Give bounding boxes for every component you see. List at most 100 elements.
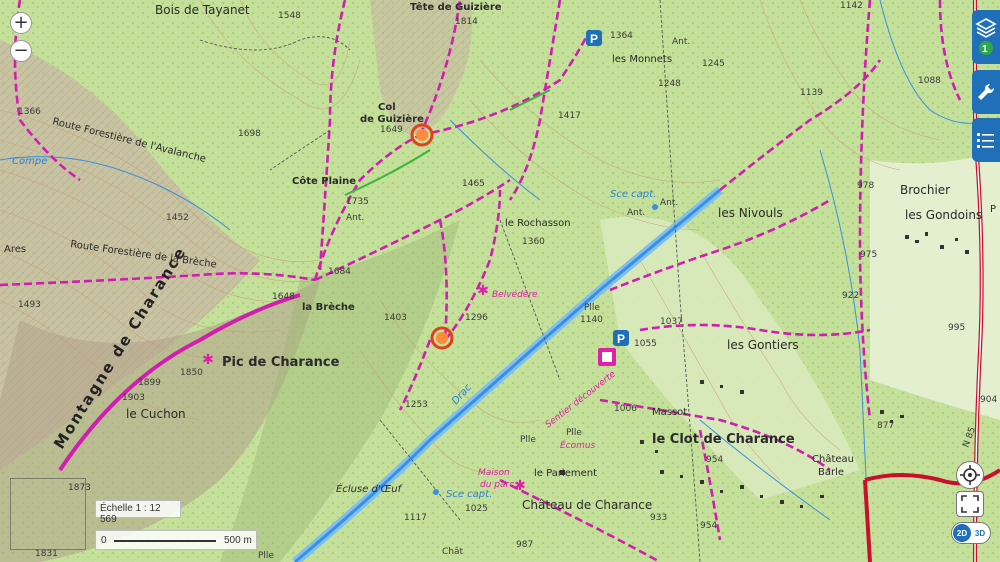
svg-text:1648: 1648 — [272, 292, 295, 302]
parking-marker-1[interactable]: P — [586, 30, 602, 46]
place-label: Ant. — [627, 208, 645, 218]
svg-text:922: 922 — [842, 291, 859, 301]
place-label: le Clot de Charance — [652, 432, 795, 447]
svg-text:1899: 1899 — [138, 378, 161, 388]
svg-text:1055: 1055 — [634, 339, 657, 349]
place-label: la Brèche — [302, 301, 355, 313]
locate-button[interactable] — [956, 461, 984, 489]
scale-ratio-box: Échelle 1 : 12 569 — [95, 500, 181, 525]
place-label: Belvédère — [492, 289, 538, 300]
place-label: Brochier — [900, 183, 950, 197]
svg-text:1649: 1649 — [380, 125, 403, 135]
belvedere-star-icon: ✱ — [477, 283, 489, 299]
place-label: Maison — [478, 468, 510, 478]
place-label: Compe — [12, 156, 47, 167]
place-label: Ant. — [660, 198, 678, 208]
place-label: Pic de Charance — [222, 355, 340, 370]
zoom-out-button[interactable]: − — [10, 40, 32, 62]
legend-list-button[interactable] — [972, 118, 1000, 162]
svg-text:978: 978 — [857, 181, 874, 191]
fullscreen-button[interactable] — [956, 491, 984, 517]
place-label: les Gondoins — [905, 208, 982, 222]
list-icon — [977, 133, 994, 148]
svg-text:1245: 1245 — [702, 59, 725, 69]
place-label: Bois de Tayanet — [155, 3, 250, 17]
svg-text:987: 987 — [516, 540, 533, 550]
2d-toggle[interactable]: 2D — [953, 524, 971, 542]
place-label: Ares — [4, 244, 26, 255]
place-label: Plle — [520, 435, 536, 445]
layers-count-badge: 1 — [982, 44, 988, 55]
scale-bar — [114, 540, 216, 542]
place-label: Massot — [652, 407, 687, 418]
museum-marker[interactable] — [598, 348, 616, 366]
place-label: les Monnets — [612, 54, 672, 65]
svg-text:1403: 1403 — [384, 313, 407, 323]
place-label: Plle — [566, 428, 582, 438]
svg-text:954: 954 — [700, 521, 717, 531]
svg-text:1417: 1417 — [558, 111, 581, 121]
place-label: Plle — [258, 551, 274, 561]
svg-text:904: 904 — [980, 395, 997, 405]
place-label: Barle — [818, 467, 844, 478]
svg-text:1903: 1903 — [122, 393, 145, 403]
place-label: le Rochasson — [505, 218, 571, 229]
pic-star-icon: ✱ — [202, 352, 214, 368]
scale-bar-box: 0 500 m — [95, 530, 257, 550]
svg-text:1248: 1248 — [658, 79, 681, 89]
3d-toggle[interactable]: 3D — [971, 524, 989, 542]
maison-star-icon: ✱ — [514, 478, 526, 494]
svg-text:✱: ✱ — [514, 478, 526, 494]
fullscreen-icon — [961, 495, 979, 513]
topographic-map[interactable]: P P ✱ ✱ ✱ Bois de Tayanet Tête de Guiziè… — [0, 0, 1000, 562]
svg-text:995: 995 — [948, 323, 965, 333]
tools-button[interactable] — [972, 70, 1000, 114]
place-label: les Nivouls — [718, 206, 783, 220]
place-label: Ant. — [672, 37, 690, 47]
layers-button[interactable]: 1 — [972, 10, 1000, 64]
svg-text:933: 933 — [650, 513, 667, 523]
svg-text:975: 975 — [860, 250, 877, 260]
svg-text:1698: 1698 — [238, 129, 261, 139]
scale-end: 500 m — [224, 535, 252, 546]
svg-text:1139: 1139 — [800, 88, 823, 98]
svg-text:954: 954 — [706, 455, 723, 465]
svg-text:1452: 1452 — [166, 213, 189, 223]
svg-text:1296: 1296 — [465, 313, 488, 323]
place-label: Écomus — [560, 439, 596, 451]
place-label: de Guizière — [360, 113, 424, 125]
svg-text:1088: 1088 — [918, 76, 941, 86]
place-label: Sce capt. — [446, 489, 492, 500]
svg-text:1850: 1850 — [180, 368, 203, 378]
parking-marker-2[interactable]: P — [613, 330, 629, 346]
place-label: Château de Charance — [522, 498, 652, 512]
svg-text:1140: 1140 — [580, 315, 603, 325]
place-label: Château — [812, 453, 854, 465]
overview-frame — [10, 478, 86, 550]
svg-text:1006: 1006 — [614, 404, 637, 414]
svg-text:1364: 1364 — [610, 31, 633, 41]
place-label: les Gontiers — [727, 338, 799, 352]
place-label: Plle — [584, 303, 600, 313]
place-label: du parc — [480, 480, 514, 490]
svg-text:1814: 1814 — [455, 17, 478, 27]
svg-text:1117: 1117 — [404, 513, 427, 523]
zoom-in-button[interactable]: + — [10, 12, 32, 34]
scale-zero: 0 — [101, 535, 107, 546]
svg-text:✱: ✱ — [202, 352, 214, 368]
svg-text:1548: 1548 — [278, 11, 301, 21]
svg-text:1831: 1831 — [35, 549, 58, 559]
svg-text:1684: 1684 — [328, 267, 351, 277]
svg-text:1360: 1360 — [522, 237, 545, 247]
crosshair-icon — [960, 465, 980, 485]
wrench-icon — [978, 83, 995, 100]
svg-text:1025: 1025 — [465, 504, 488, 514]
svg-text:1465: 1465 — [462, 179, 485, 189]
svg-text:P: P — [617, 332, 625, 346]
svg-text:✱: ✱ — [477, 283, 489, 299]
svg-text:877: 877 — [877, 421, 894, 431]
svg-text:1366: 1366 — [18, 107, 41, 117]
place-label: Ant. — [346, 213, 364, 223]
place-label: Côte Plaine — [292, 175, 356, 187]
place-label: le Cuchon — [126, 407, 186, 421]
